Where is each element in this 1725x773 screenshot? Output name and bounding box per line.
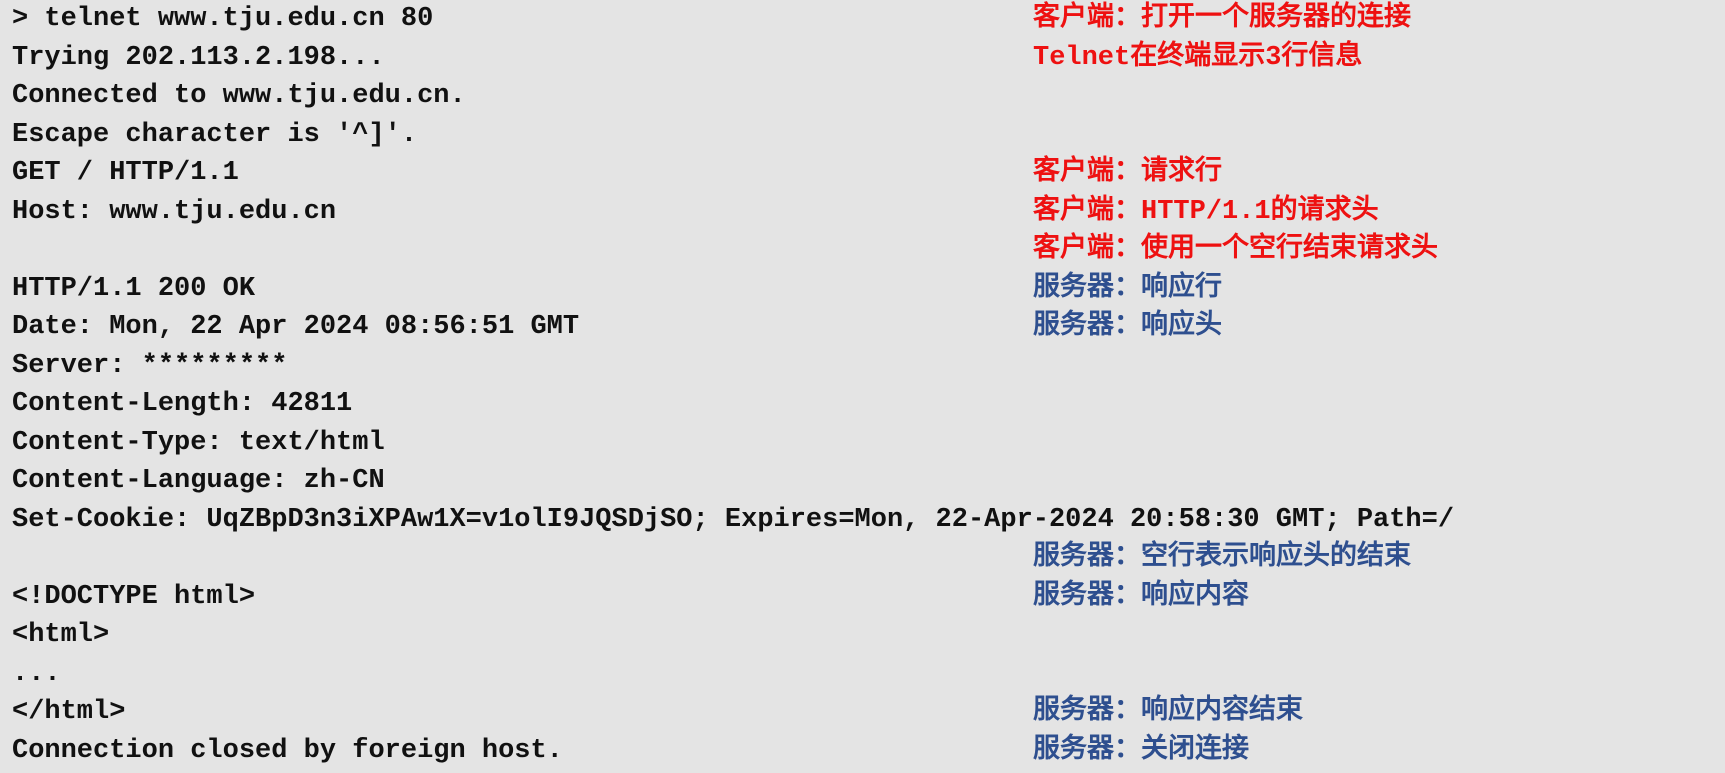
- client-annotation: 客户端：HTTP/1.1的请求头: [1033, 196, 1379, 227]
- terminal-line: Server: *********: [0, 347, 1725, 386]
- response-body-text: ...: [12, 658, 61, 689]
- output-text: Connected to www.tju.edu.cn.: [12, 81, 466, 111]
- response-header-text: Set-Cookie: UqZBpD3n3iXPAw1X=v1olI9JQSDj…: [12, 504, 1455, 535]
- response-header-text: Content-Length: 42811: [12, 389, 353, 419]
- terminal-line: Content-Language: zh-CN: [0, 462, 1725, 501]
- client-annotation: Telnet在终端显示3行信息: [1033, 42, 1363, 73]
- terminal-line: <!DOCTYPE html> 服务器：响应内容: [0, 578, 1725, 617]
- terminal-line: > telnet www.tju.edu.cn 80 客户端：打开一个服务器的连…: [0, 0, 1725, 39]
- client-annotation: 客户端：使用一个空行结束请求头: [1033, 235, 1438, 265]
- terminal-line: Connection closed by foreign host. 服务器：关…: [0, 732, 1725, 771]
- terminal-line: Host: www.tju.edu.cn 客户端：HTTP/1.1的请求头: [0, 193, 1725, 232]
- server-annotation: 服务器：响应行: [1033, 273, 1222, 304]
- terminal-session: > telnet www.tju.edu.cn 80 客户端：打开一个服务器的连…: [0, 0, 1725, 773]
- connection-closed-text: Connection closed by foreign host.: [12, 735, 563, 766]
- response-header-text: Content-Type: text/html: [12, 427, 385, 458]
- request-header-text: Host: www.tju.edu.cn: [12, 196, 337, 227]
- output-text: Trying 202.113.2.198...: [12, 42, 385, 73]
- output-text: Escape character is '^]'.: [12, 119, 418, 150]
- terminal-line: Content-Length: 42811: [0, 385, 1725, 424]
- response-header-text: Content-Language: zh-CN: [12, 466, 385, 496]
- server-annotation: 服务器：响应内容结束: [1033, 697, 1303, 727]
- response-header-text: Date: Mon, 22 Apr 2024 08:56:51 GMT: [12, 312, 580, 342]
- request-line-text: GET / HTTP/1.1: [12, 158, 239, 188]
- terminal-line: <html>: [0, 616, 1725, 655]
- response-body-text: <html>: [12, 620, 110, 650]
- terminal-line: Date: Mon, 22 Apr 2024 08:56:51 GMT 服务器：…: [0, 308, 1725, 347]
- server-annotation: 服务器：空行表示响应头的结束: [1033, 543, 1411, 573]
- terminal-line: GET / HTTP/1.1 客户端：请求行: [0, 154, 1725, 193]
- server-annotation: 服务器：关闭连接: [1033, 735, 1249, 766]
- terminal-line: Trying 202.113.2.198... Telnet在终端显示3行信息: [0, 39, 1725, 78]
- terminal-line: Set-Cookie: UqZBpD3n3iXPAw1X=v1olI9JQSDj…: [0, 501, 1725, 540]
- response-body-text: </html>: [12, 697, 126, 727]
- terminal-line: HTTP/1.1 200 OK 服务器：响应行: [0, 270, 1725, 309]
- terminal-line: </html> 服务器：响应内容结束: [0, 693, 1725, 732]
- terminal-line: 服务器：空行表示响应头的结束: [0, 539, 1725, 578]
- response-body-text: <!DOCTYPE html>: [12, 581, 256, 612]
- terminal-line: Escape character is '^]'.: [0, 116, 1725, 155]
- response-header-text: Server: *********: [12, 350, 288, 381]
- server-annotation: 服务器：响应内容: [1033, 581, 1249, 612]
- terminal-line: Connected to www.tju.edu.cn.: [0, 77, 1725, 116]
- client-annotation: 客户端：打开一个服务器的连接: [1033, 4, 1411, 34]
- server-annotation: 服务器：响应头: [1033, 312, 1222, 342]
- command-text: > telnet www.tju.edu.cn 80: [12, 4, 434, 34]
- client-annotation: 客户端：请求行: [1033, 158, 1222, 188]
- terminal-line: ...: [0, 655, 1725, 694]
- terminal-line: 客户端：使用一个空行结束请求头: [0, 231, 1725, 270]
- terminal-line: Content-Type: text/html: [0, 424, 1725, 463]
- status-line-text: HTTP/1.1 200 OK: [12, 273, 256, 304]
